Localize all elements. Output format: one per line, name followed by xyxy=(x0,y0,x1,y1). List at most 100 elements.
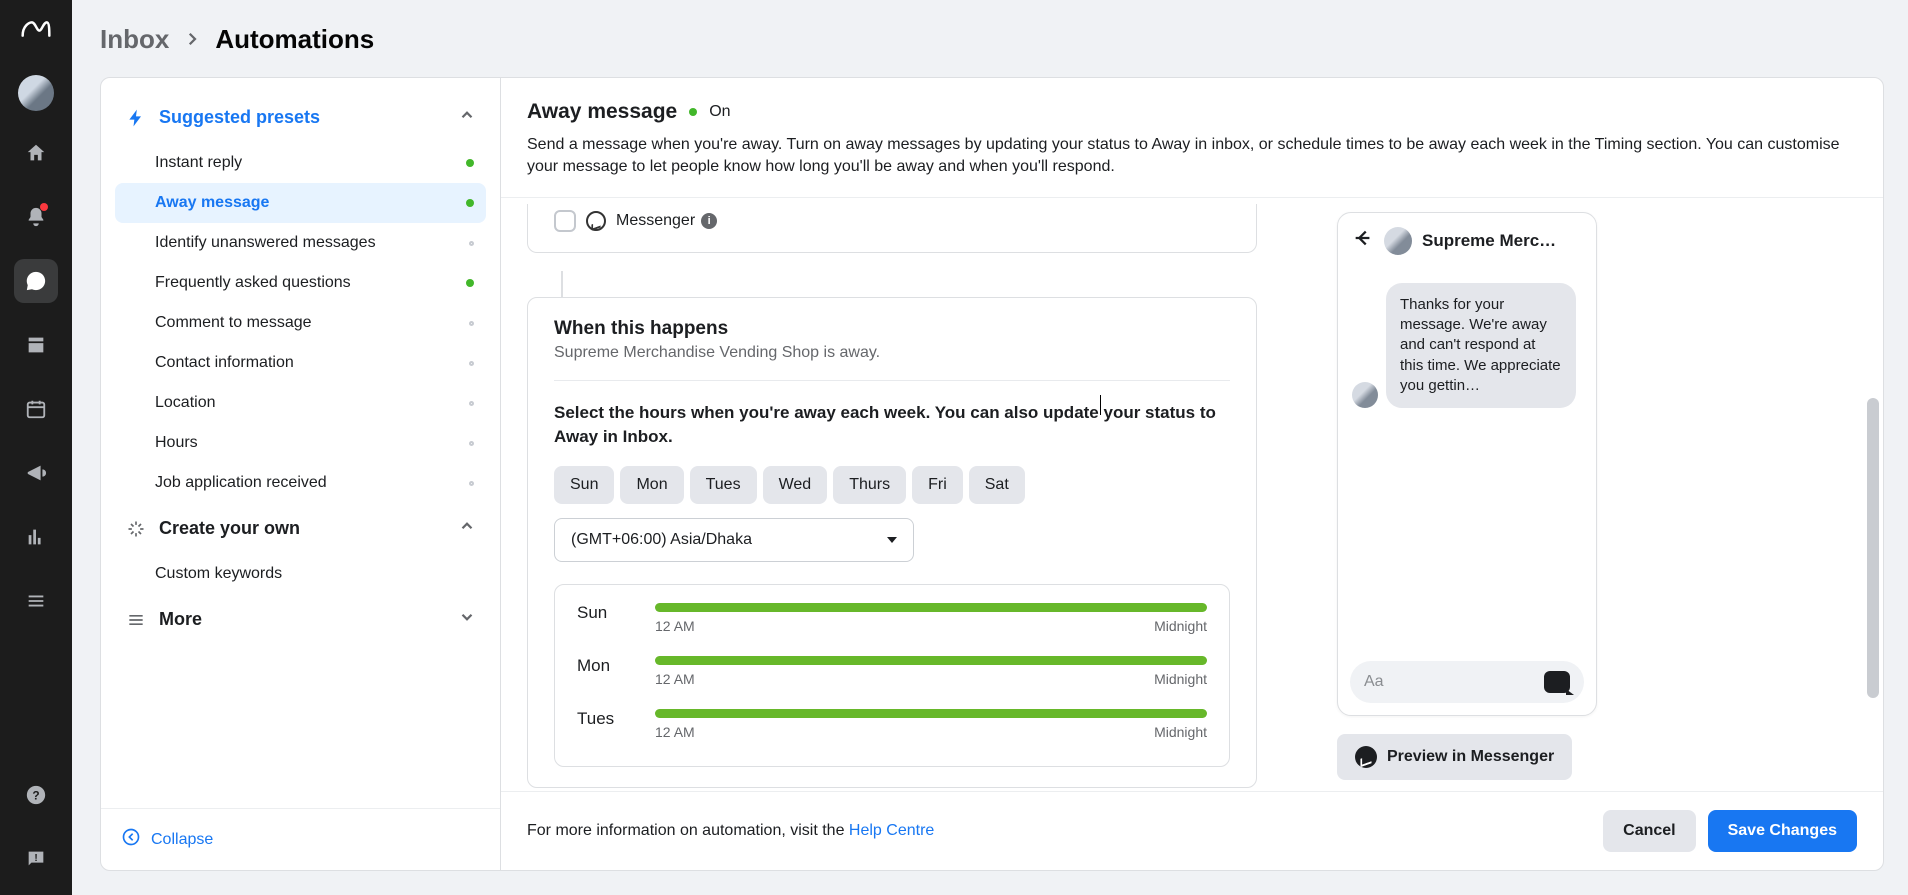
status-on-dot-icon xyxy=(689,108,697,116)
preset-instant-reply[interactable]: Instant reply xyxy=(115,143,486,183)
panel-connector xyxy=(561,271,563,297)
home-icon[interactable] xyxy=(14,131,58,175)
preview-page-name: Supreme Merc… xyxy=(1422,231,1556,251)
chevron-up-icon xyxy=(458,106,476,129)
profile-avatar[interactable] xyxy=(18,75,54,111)
page-title: Away message xyxy=(527,100,677,124)
send-icon xyxy=(1544,671,1570,693)
preset-label: Custom keywords xyxy=(155,565,282,583)
save-changes-button[interactable]: Save Changes xyxy=(1708,810,1857,852)
status-dot-icon xyxy=(469,441,474,446)
help-icon[interactable]: ? xyxy=(14,773,58,817)
create-your-own-label: Create your own xyxy=(159,518,300,539)
preset-label: Identify unanswered messages xyxy=(155,234,376,252)
schedule-slider[interactable] xyxy=(655,709,1207,718)
day-selector: Sun Mon Tues Wed Thurs Fri Sat xyxy=(554,466,1230,504)
schedule-end-label: Midnight xyxy=(1154,618,1207,634)
status-text: On xyxy=(709,103,730,121)
preset-identify-unanswered[interactable]: Identify unanswered messages xyxy=(115,223,486,263)
breadcrumb-inbox[interactable]: Inbox xyxy=(100,24,169,55)
insights-icon[interactable] xyxy=(14,515,58,559)
composer-placeholder: Aa xyxy=(1364,673,1384,691)
menu-icon[interactable] xyxy=(14,579,58,623)
day-pill-sat[interactable]: Sat xyxy=(969,466,1025,504)
day-pill-wed[interactable]: Wed xyxy=(763,466,828,504)
content-header: Away message On Send a message when you'… xyxy=(501,78,1883,198)
report-icon[interactable]: ! xyxy=(14,837,58,881)
status-dot-icon xyxy=(466,199,474,207)
notification-badge xyxy=(40,203,48,211)
day-pill-sun[interactable]: Sun xyxy=(554,466,614,504)
timezone-select[interactable]: (GMT+06:00) Asia/Dhaka xyxy=(554,518,914,562)
preset-contact-info[interactable]: Contact information xyxy=(115,343,486,383)
status-dot-icon xyxy=(466,159,474,167)
preset-away-message[interactable]: Away message xyxy=(115,183,486,223)
schedule-end-label: Midnight xyxy=(1154,671,1207,687)
schedule-box: Sun 12 AM Midnight xyxy=(554,584,1230,767)
preview-in-messenger-button[interactable]: Preview in Messenger xyxy=(1337,734,1572,780)
preset-faq[interactable]: Frequently asked questions xyxy=(115,263,486,303)
preview-avatar xyxy=(1384,227,1412,255)
status-dot-icon xyxy=(469,481,474,486)
preview-button-label: Preview in Messenger xyxy=(1387,748,1554,766)
schedule-slider[interactable] xyxy=(655,656,1207,665)
status-dot-icon xyxy=(466,279,474,287)
message-preview: Supreme Merc… Thanks for your message. W… xyxy=(1337,212,1597,716)
day-pill-fri[interactable]: Fri xyxy=(912,466,963,504)
preset-location[interactable]: Location xyxy=(115,383,486,423)
suggested-presets-header[interactable]: Suggested presets xyxy=(107,92,494,143)
preset-custom-keywords[interactable]: Custom keywords xyxy=(115,554,486,594)
status-dot-icon xyxy=(469,321,474,326)
lightning-icon xyxy=(125,108,147,128)
text-cursor-icon xyxy=(1100,395,1101,415)
scrollbar[interactable] xyxy=(1867,398,1879,698)
more-header[interactable]: More xyxy=(107,594,494,645)
preset-label: Hours xyxy=(155,434,198,452)
schedule-day-label: Sun xyxy=(577,603,629,623)
more-label: More xyxy=(159,609,202,630)
preset-job-application[interactable]: Job application received xyxy=(115,463,486,503)
schedule-start-label: 12 AM xyxy=(655,618,695,634)
schedule-slider[interactable] xyxy=(655,603,1207,612)
breadcrumb-automations: Automations xyxy=(215,24,374,55)
day-pill-mon[interactable]: Mon xyxy=(620,466,683,504)
info-icon[interactable]: i xyxy=(701,213,717,229)
help-centre-link[interactable]: Help Centre xyxy=(849,822,934,839)
divider xyxy=(554,380,1230,381)
sparkle-icon xyxy=(125,519,147,539)
day-pill-thurs[interactable]: Thurs xyxy=(833,466,906,504)
messenger-checkbox[interactable] xyxy=(554,210,576,232)
timezone-value: (GMT+06:00) Asia/Dhaka xyxy=(571,531,752,549)
chevron-up-icon xyxy=(458,517,476,540)
preset-label: Frequently asked questions xyxy=(155,274,351,292)
ads-icon[interactable] xyxy=(14,451,58,495)
bubble-avatar xyxy=(1352,382,1378,408)
messenger-icon xyxy=(586,211,606,231)
meta-logo-icon xyxy=(21,14,51,49)
cancel-button[interactable]: Cancel xyxy=(1603,810,1695,852)
channels-panel: Messenger i xyxy=(527,204,1257,253)
svg-text:?: ? xyxy=(32,789,39,803)
collapse-button[interactable]: Collapse xyxy=(101,808,500,870)
preset-label: Away message xyxy=(155,194,269,212)
schedule-row: Tues 12 AM Midnight xyxy=(577,709,1207,740)
messenger-icon xyxy=(1355,746,1377,768)
preview-back-icon[interactable] xyxy=(1352,227,1374,254)
planner-icon[interactable] xyxy=(14,387,58,431)
posts-icon[interactable] xyxy=(14,323,58,367)
preset-label: Comment to message xyxy=(155,314,312,332)
collapse-label: Collapse xyxy=(151,831,213,849)
preset-hours[interactable]: Hours xyxy=(115,423,486,463)
svg-text:!: ! xyxy=(34,853,37,864)
caret-down-icon xyxy=(887,537,897,543)
notifications-icon[interactable] xyxy=(14,195,58,239)
create-your-own-header[interactable]: Create your own xyxy=(107,503,494,554)
inbox-icon[interactable] xyxy=(14,259,58,303)
page-description: Send a message when you're away. Turn on… xyxy=(527,134,1857,179)
when-title: When this happens xyxy=(554,318,1230,340)
schedule-day-label: Mon xyxy=(577,656,629,676)
chevron-down-icon xyxy=(458,608,476,631)
preset-comment-to-message[interactable]: Comment to message xyxy=(115,303,486,343)
day-pill-tues[interactable]: Tues xyxy=(690,466,757,504)
when-this-happens-panel: When this happens Supreme Merchandise Ve… xyxy=(527,297,1257,789)
